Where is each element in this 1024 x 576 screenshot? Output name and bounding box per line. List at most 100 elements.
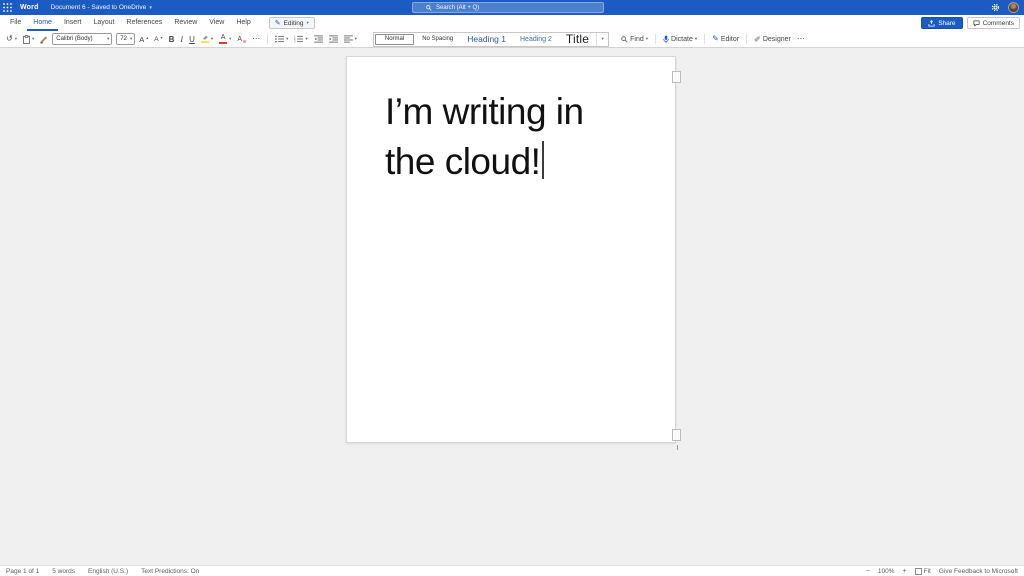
document-text-line-1: I’m writing in [385,91,584,132]
format-painter-button[interactable] [38,33,50,46]
caret-down-icon: ▾ [160,34,163,40]
menu-home[interactable]: Home [27,15,58,31]
word-count[interactable]: 5 words [52,568,75,575]
app-name: Word [20,4,39,11]
font-name-select[interactable]: Calibri (Body) ▾ [52,33,113,45]
dictate-button[interactable]: Dictate ▾ [661,33,699,46]
comment-icon [973,20,980,27]
search-input[interactable]: Search (Alt + Q) [412,2,604,13]
find-icon [621,35,628,43]
chevron-down-icon: ▾ [305,36,308,41]
paste-button[interactable]: ▾ [21,33,36,46]
search-placeholder: Search (Alt + Q) [436,4,480,11]
style-heading-1[interactable]: Heading 1 [460,33,513,46]
zoom-in-button[interactable]: + [903,568,907,575]
font-name-value: Calibri (Body) [56,36,93,42]
alignment-button[interactable]: ▾ [342,33,359,46]
feedback-link[interactable]: Give Feedback to Microsoft [939,568,1018,575]
share-button[interactable]: Share [921,17,963,29]
bold-button[interactable]: B [167,33,177,46]
fit-page-button[interactable]: Fit [914,567,931,575]
document-text[interactable]: I’m writing in the cloud! [385,87,584,187]
align-left-icon [343,35,353,43]
designer-pen-icon: ✐ [754,34,761,44]
ribbon-toolbar: ↺ ▾ ▾ Calibri (Body) ▾ 72 ▾ A ▴ A ▾ B I … [0,31,1024,48]
bullet-list-icon [275,35,285,43]
menu-insert[interactable]: Insert [58,15,88,31]
shrink-font-icon: A [154,35,159,43]
find-button[interactable]: Find ▾ [619,33,650,46]
highlighter-icon [200,35,209,44]
menu-references[interactable]: References [121,15,169,31]
comments-button[interactable]: Comments [966,17,1020,29]
zoom-level: 100% [877,567,895,575]
svg-text:3: 3 [294,40,296,43]
menu-bar: File Home Insert Layout References Revie… [0,15,1024,31]
menu-help[interactable]: Help [230,15,256,31]
chevron-down-icon: ▾ [210,36,214,41]
clear-formatting-icon: A [237,35,243,43]
status-bar: Page 1 of 1 5 words English (U.S.) Text … [0,565,1024,576]
ribbon-divider [746,34,748,44]
styles-gallery-expand-button[interactable]: ▾ [596,32,608,46]
clear-formatting-button[interactable]: A [235,33,248,46]
overflow-icon: ⋯ [796,34,805,43]
menu-file[interactable]: File [4,15,27,31]
chevron-down-icon: ▾ [601,36,604,41]
user-avatar[interactable] [1008,2,1019,13]
app-launcher-icon[interactable] [0,0,15,15]
gear-icon[interactable] [991,3,1000,12]
search-icon [426,4,432,11]
chevron-down-icon: ▾ [354,36,357,41]
designer-button[interactable]: ✐ Designer [752,33,793,46]
chevron-down-icon: ▾ [286,36,289,41]
document-page[interactable]: I’m writing in the cloud! [346,56,681,450]
outdent-icon [313,35,323,43]
increase-indent-button[interactable] [327,33,340,46]
dictate-label: Dictate [671,35,693,43]
comments-label: Comments [982,19,1014,27]
text-cursor [542,141,544,179]
grow-font-icon: A [139,34,145,44]
zoom-out-button[interactable]: − [866,568,870,575]
ribbon-divider [704,34,706,44]
microphone-icon [663,35,669,43]
menu-review[interactable]: Review [168,15,203,31]
chevron-down-icon: ▾ [106,36,110,41]
italic-button[interactable]: I [178,33,185,46]
editor-button[interactable]: ✎ Editor [710,33,741,46]
style-heading-2[interactable]: Heading 2 [513,33,559,46]
bullets-button[interactable]: ▾ [273,33,290,46]
ribbon-overflow-button[interactable]: ⋯ [795,33,807,46]
menu-view[interactable]: View [203,15,230,31]
underline-button[interactable]: U [187,33,197,46]
style-title[interactable]: Title [559,32,596,46]
editing-mode-button[interactable]: ✎ Editing ▾ [268,17,315,29]
highlight-button[interactable]: ▾ [199,33,215,46]
decrease-indent-button[interactable] [312,33,325,46]
find-label: Find [630,35,644,43]
editor-label: Editor [720,35,740,43]
shrink-font-button[interactable]: A ▾ [152,33,164,46]
ribbon-divider [267,34,269,44]
page-count[interactable]: Page 1 of 1 [6,568,39,575]
font-size-select[interactable]: 72 ▾ [116,33,136,45]
numbered-list-icon: 123 [294,35,304,43]
font-color-button[interactable]: A ▾ [217,33,233,46]
styles-gallery: Normal No Spacing Heading 1 Heading 2 Ti… [372,31,610,47]
menu-layout[interactable]: Layout [87,15,120,31]
grow-font-button[interactable]: A ▴ [137,33,150,46]
document-title[interactable]: Document 6 - Saved to OneDrive ▾ [51,4,152,11]
overflow-icon: ⋯ [252,34,261,43]
fit-label: Fit [923,567,931,575]
numbering-button[interactable]: 123 ▾ [292,33,309,46]
language-indicator[interactable]: English (U.S.) [88,568,128,575]
chevron-down-icon: ▾ [645,36,649,41]
style-normal[interactable]: Normal [374,33,415,45]
text-predictions-toggle[interactable]: Text Predictions: On [141,568,199,575]
font-overflow-button[interactable]: ⋯ [250,33,262,46]
undo-button[interactable]: ↺ ▾ [4,33,19,46]
app-header: Word Document 6 - Saved to OneDrive ▾ Se… [0,0,1024,15]
style-no-spacing[interactable]: No Spacing [415,33,460,46]
editor-pen-icon: ✎ [712,34,719,43]
